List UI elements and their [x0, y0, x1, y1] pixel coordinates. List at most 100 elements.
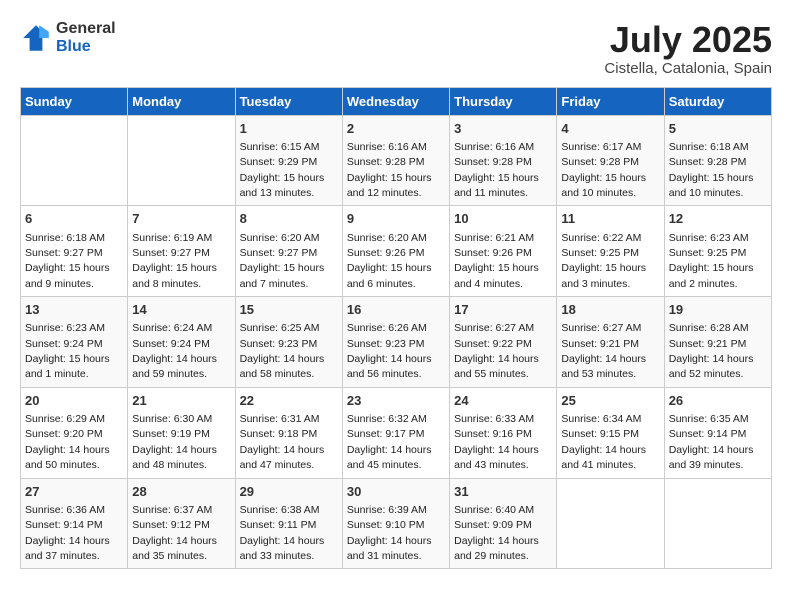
cell-info: Sunrise: 6:27 AMSunset: 9:21 PMDaylight:…: [561, 322, 646, 380]
calendar-cell: 19 Sunrise: 6:28 AMSunset: 9:21 PMDayligh…: [664, 297, 771, 388]
cell-info: Sunrise: 6:15 AMSunset: 9:29 PMDaylight:…: [240, 141, 325, 199]
cell-info: Sunrise: 6:38 AMSunset: 9:11 PMDaylight:…: [240, 504, 325, 562]
weekday-header-friday: Friday: [557, 87, 664, 115]
cell-info: Sunrise: 6:23 AMSunset: 9:24 PMDaylight:…: [25, 322, 110, 380]
day-number: 3: [454, 120, 552, 138]
day-number: 1: [240, 120, 338, 138]
cell-info: Sunrise: 6:31 AMSunset: 9:18 PMDaylight:…: [240, 413, 325, 471]
month-year: July 2025: [604, 20, 772, 60]
title-block: July 2025 Cistella, Catalonia, Spain: [604, 20, 772, 77]
calendar-cell: 18 Sunrise: 6:27 AMSunset: 9:21 PMDayligh…: [557, 297, 664, 388]
calendar-cell: 31 Sunrise: 6:40 AMSunset: 9:09 PMDayligh…: [450, 478, 557, 569]
cell-info: Sunrise: 6:37 AMSunset: 9:12 PMDaylight:…: [132, 504, 217, 562]
cell-info: Sunrise: 6:20 AMSunset: 9:27 PMDaylight:…: [240, 232, 325, 290]
page-header: General Blue July 2025 Cistella, Catalon…: [20, 20, 772, 77]
calendar-cell: 11 Sunrise: 6:22 AMSunset: 9:25 PMDayligh…: [557, 206, 664, 297]
cell-info: Sunrise: 6:16 AMSunset: 9:28 PMDaylight:…: [347, 141, 432, 199]
cell-info: Sunrise: 6:28 AMSunset: 9:21 PMDaylight:…: [669, 322, 754, 380]
calendar-cell: 27 Sunrise: 6:36 AMSunset: 9:14 PMDayligh…: [21, 478, 128, 569]
cell-info: Sunrise: 6:35 AMSunset: 9:14 PMDaylight:…: [669, 413, 754, 471]
weekday-header-monday: Monday: [128, 87, 235, 115]
weekday-header-saturday: Saturday: [664, 87, 771, 115]
calendar-cell: 10 Sunrise: 6:21 AMSunset: 9:26 PMDayligh…: [450, 206, 557, 297]
weekday-header-thursday: Thursday: [450, 87, 557, 115]
calendar-cell: [664, 478, 771, 569]
day-number: 18: [561, 301, 659, 319]
cell-info: Sunrise: 6:32 AMSunset: 9:17 PMDaylight:…: [347, 413, 432, 471]
logo-blue: Blue: [56, 38, 116, 56]
day-number: 4: [561, 120, 659, 138]
calendar-cell: 13 Sunrise: 6:23 AMSunset: 9:24 PMDayligh…: [21, 297, 128, 388]
calendar-cell: 21Sunrise: 6:30 AMSunset: 9:19 PMDayligh…: [128, 387, 235, 478]
weekday-header-sunday: Sunday: [21, 87, 128, 115]
day-number: 14: [132, 301, 230, 319]
calendar-cell: 4 Sunrise: 6:17 AMSunset: 9:28 PMDaylight…: [557, 115, 664, 206]
calendar-week-row: 13 Sunrise: 6:23 AMSunset: 9:24 PMDayligh…: [21, 297, 772, 388]
calendar-week-row: 27 Sunrise: 6:36 AMSunset: 9:14 PMDayligh…: [21, 478, 772, 569]
calendar-cell: 20Sunrise: 6:29 AMSunset: 9:20 PMDayligh…: [21, 387, 128, 478]
day-number: 11: [561, 210, 659, 228]
calendar-cell: 28Sunrise: 6:37 AMSunset: 9:12 PMDayligh…: [128, 478, 235, 569]
cell-info: Sunrise: 6:18 AMSunset: 9:28 PMDaylight:…: [669, 141, 754, 199]
calendar-cell: 15Sunrise: 6:25 AMSunset: 9:23 PMDayligh…: [235, 297, 342, 388]
day-number: 31: [454, 483, 552, 501]
cell-info: Sunrise: 6:39 AMSunset: 9:10 PMDaylight:…: [347, 504, 432, 562]
calendar-week-row: 1 Sunrise: 6:15 AMSunset: 9:29 PMDaylight…: [21, 115, 772, 206]
cell-info: Sunrise: 6:26 AMSunset: 9:23 PMDaylight:…: [347, 322, 432, 380]
logo-icon: [20, 22, 52, 54]
calendar-cell: 24 Sunrise: 6:33 AMSunset: 9:16 PMDayligh…: [450, 387, 557, 478]
day-number: 5: [669, 120, 767, 138]
weekday-header-wednesday: Wednesday: [342, 87, 449, 115]
day-number: 23: [347, 392, 445, 410]
day-number: 2: [347, 120, 445, 138]
weekday-header-tuesday: Tuesday: [235, 87, 342, 115]
cell-info: Sunrise: 6:18 AMSunset: 9:27 PMDaylight:…: [25, 232, 110, 290]
cell-info: Sunrise: 6:36 AMSunset: 9:14 PMDaylight:…: [25, 504, 110, 562]
day-number: 15: [240, 301, 338, 319]
day-number: 9: [347, 210, 445, 228]
calendar-cell: 2 Sunrise: 6:16 AMSunset: 9:28 PMDaylight…: [342, 115, 449, 206]
day-number: 25: [561, 392, 659, 410]
cell-info: Sunrise: 6:40 AMSunset: 9:09 PMDaylight:…: [454, 504, 539, 562]
calendar-cell: [128, 115, 235, 206]
calendar-cell: 12Sunrise: 6:23 AMSunset: 9:25 PMDayligh…: [664, 206, 771, 297]
calendar-cell: 25 Sunrise: 6:34 AMSunset: 9:15 PMDayligh…: [557, 387, 664, 478]
calendar-cell: 23 Sunrise: 6:32 AMSunset: 9:17 PMDayligh…: [342, 387, 449, 478]
day-number: 19: [669, 301, 767, 319]
logo: General Blue: [20, 20, 116, 55]
day-number: 7: [132, 210, 230, 228]
cell-info: Sunrise: 6:16 AMSunset: 9:28 PMDaylight:…: [454, 141, 539, 199]
calendar-cell: 17Sunrise: 6:27 AMSunset: 9:22 PMDayligh…: [450, 297, 557, 388]
calendar-cell: 22 Sunrise: 6:31 AMSunset: 9:18 PMDayligh…: [235, 387, 342, 478]
cell-info: Sunrise: 6:20 AMSunset: 9:26 PMDaylight:…: [347, 232, 432, 290]
cell-info: Sunrise: 6:29 AMSunset: 9:20 PMDaylight:…: [25, 413, 110, 471]
day-number: 24: [454, 392, 552, 410]
day-number: 13: [25, 301, 123, 319]
calendar-cell: 30 Sunrise: 6:39 AMSunset: 9:10 PMDayligh…: [342, 478, 449, 569]
calendar-cell: 3 Sunrise: 6:16 AMSunset: 9:28 PMDaylight…: [450, 115, 557, 206]
cell-info: Sunrise: 6:27 AMSunset: 9:22 PMDaylight:…: [454, 322, 539, 380]
calendar-cell: 7Sunrise: 6:19 AMSunset: 9:27 PMDaylight…: [128, 206, 235, 297]
logo-general: General: [56, 20, 116, 38]
cell-info: Sunrise: 6:30 AMSunset: 9:19 PMDaylight:…: [132, 413, 217, 471]
cell-info: Sunrise: 6:34 AMSunset: 9:15 PMDaylight:…: [561, 413, 646, 471]
day-number: 6: [25, 210, 123, 228]
calendar-table: SundayMondayTuesdayWednesdayThursdayFrid…: [20, 87, 772, 570]
calendar-cell: 9 Sunrise: 6:20 AMSunset: 9:26 PMDaylight…: [342, 206, 449, 297]
cell-info: Sunrise: 6:17 AMSunset: 9:28 PMDaylight:…: [561, 141, 646, 199]
calendar-cell: [21, 115, 128, 206]
cell-info: Sunrise: 6:22 AMSunset: 9:25 PMDaylight:…: [561, 232, 646, 290]
cell-info: Sunrise: 6:24 AMSunset: 9:24 PMDaylight:…: [132, 322, 217, 380]
day-number: 29: [240, 483, 338, 501]
day-number: 16: [347, 301, 445, 319]
day-number: 30: [347, 483, 445, 501]
day-number: 27: [25, 483, 123, 501]
cell-info: Sunrise: 6:33 AMSunset: 9:16 PMDaylight:…: [454, 413, 539, 471]
cell-info: Sunrise: 6:21 AMSunset: 9:26 PMDaylight:…: [454, 232, 539, 290]
calendar-cell: 26Sunrise: 6:35 AMSunset: 9:14 PMDayligh…: [664, 387, 771, 478]
day-number: 22: [240, 392, 338, 410]
calendar-week-row: 6 Sunrise: 6:18 AMSunset: 9:27 PMDaylight…: [21, 206, 772, 297]
day-number: 12: [669, 210, 767, 228]
day-number: 10: [454, 210, 552, 228]
calendar-cell: [557, 478, 664, 569]
